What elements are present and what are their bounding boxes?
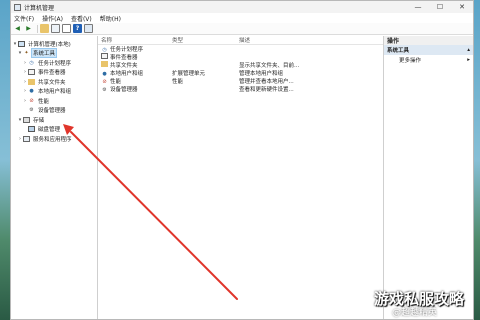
show-hide-tree-icon[interactable]: [51, 24, 60, 33]
collapse-triangle-icon[interactable]: ▴: [467, 47, 470, 53]
clock-icon: ◷: [29, 59, 34, 66]
menu-help[interactable]: 帮助(H): [100, 14, 121, 23]
tree-item-system-tools[interactable]: ▾ ✦ 系统工具: [11, 48, 97, 59]
desktop-wallpaper-right: [474, 0, 480, 320]
shared-folder-icon: [101, 61, 108, 67]
minimize-button[interactable]: —: [407, 1, 429, 13]
menu-bar: 文件(F) 操作(A) 查看(V) 帮助(H): [11, 13, 473, 23]
properties-icon[interactable]: [62, 24, 71, 33]
tree-item-task-scheduler[interactable]: › ◷ 任务计划程序: [11, 58, 97, 68]
tree-item-disk-management[interactable]: 磁盘管理: [11, 125, 97, 135]
tree-item-label: 磁盘管理: [38, 127, 61, 134]
submenu-arrow-icon: ▸: [467, 56, 470, 63]
performance-icon: ⊘: [29, 97, 34, 104]
navigation-tree: ▾ 计算机管理(本地) ▾ ✦ 系统工具 › ◷ 任务计划程序 › 事件查看器 …: [11, 36, 98, 319]
tools-icon: ✦: [24, 50, 29, 57]
column-header-description[interactable]: 描述: [236, 36, 376, 44]
menu-action[interactable]: 操作(A): [42, 14, 63, 23]
list-row[interactable]: ● 本地用户和组 扩展管理单元 管理本地用户和组: [98, 69, 383, 77]
forward-arrow-icon[interactable]: ▶: [24, 24, 33, 33]
shared-folder-icon: [28, 78, 35, 85]
tree-item-label: 事件查看器: [38, 70, 66, 77]
tree-item-event-viewer[interactable]: › 事件查看器: [11, 68, 97, 78]
users-icon: ●: [29, 88, 34, 95]
actions-section-label: 系统工具: [387, 48, 410, 54]
row-type: 性能: [172, 79, 184, 85]
close-button[interactable]: ✕: [451, 1, 473, 13]
tree-item-computer-management[interactable]: ▾ 计算机管理(本地): [11, 39, 97, 49]
column-header-type[interactable]: 类型: [169, 36, 236, 44]
list-header: 名称 类型 描述: [98, 36, 383, 45]
tree-item-label: 设备管理器: [38, 108, 66, 115]
services-icon: [23, 135, 30, 142]
toolbar: ◀ ▶ ?: [11, 23, 473, 35]
tree-item-label: 本地用户和组: [38, 89, 72, 96]
tree-item-label: 任务计划程序: [38, 60, 72, 67]
tree-item-services-applications[interactable]: › 服务和应用程序: [11, 134, 97, 144]
maximize-button[interactable]: ☐: [429, 1, 451, 13]
tree-item-label: 存储: [33, 117, 45, 124]
storage-icon: [23, 116, 30, 123]
event-log-icon: [28, 69, 35, 76]
window-title: 计算机管理: [24, 4, 55, 12]
tree-item-label: 系统工具: [30, 48, 58, 59]
action-pane-toggle-icon[interactable]: [84, 24, 93, 33]
tree-item-shared-folders[interactable]: › 共享文件夹: [11, 77, 97, 87]
list-row[interactable]: ⊘ 性能 性能 管理并查看本地用户...: [98, 77, 383, 85]
title-bar[interactable]: 计算机管理 — ☐ ✕: [11, 1, 473, 13]
tree-item-label: 服务和应用程序: [33, 136, 72, 143]
more-actions-label: 更多操作: [399, 57, 422, 64]
row-type: 扩展管理单元: [172, 71, 206, 77]
actions-title: 操作: [384, 36, 473, 45]
tree-item-local-users-groups[interactable]: › ● 本地用户和组: [11, 87, 97, 97]
menu-file[interactable]: 文件(F): [14, 14, 34, 23]
column-header-name[interactable]: 名称: [98, 36, 169, 44]
computer-management-window: 计算机管理 — ☐ ✕ 文件(F) 操作(A) 查看(V) 帮助(H) ◀ ▶ …: [10, 0, 474, 320]
tree-item-label: 共享文件夹: [38, 79, 66, 86]
tree-item-label: 性能: [38, 98, 50, 105]
toolbar-separator: [37, 24, 38, 33]
list-row[interactable]: 事件查看器: [98, 53, 383, 61]
desktop-wallpaper-left: [0, 0, 10, 320]
row-description: 显示共享文件夹、目前...: [239, 63, 300, 69]
actions-pane: 操作 系统工具 ▴ 更多操作 ▸: [383, 36, 473, 319]
row-description: 管理并查看本地用户...: [239, 79, 294, 85]
menu-view[interactable]: 查看(V): [71, 14, 92, 23]
device-manager-icon: ⚙: [29, 107, 34, 114]
computer-icon: [18, 40, 25, 47]
computer-management-app-icon: [14, 3, 21, 11]
tree-item-device-manager[interactable]: ⚙ 设备管理器: [11, 106, 97, 116]
tree-item-performance[interactable]: › ⊘ 性能: [11, 96, 97, 106]
up-folder-icon[interactable]: [40, 24, 49, 33]
tree-item-label: 计算机管理(本地): [28, 41, 71, 48]
help-icon[interactable]: ?: [73, 24, 82, 33]
more-actions-item[interactable]: 更多操作 ▸: [384, 55, 473, 64]
tree-item-storage[interactable]: ▾ 存储: [11, 115, 97, 125]
disk-icon: [28, 126, 35, 133]
list-row[interactable]: ⚙ 设备管理器 查看和更新硬件设置...: [98, 85, 383, 93]
list-row[interactable]: ◷ 任务计划程序: [98, 45, 383, 53]
device-manager-icon: ⚙: [102, 87, 107, 93]
row-description: 查看和更新硬件设置...: [239, 87, 294, 93]
row-description: 管理本地用户和组: [239, 71, 284, 77]
details-list: 名称 类型 描述 ◷ 任务计划程序 事件查看器 共享文件夹 显示共享文件夹、目前.…: [98, 36, 383, 319]
list-row[interactable]: 共享文件夹 显示共享文件夹、目前...: [98, 61, 383, 69]
watermark-handle: @超越精英: [392, 308, 438, 318]
back-arrow-icon[interactable]: ◀: [13, 24, 22, 33]
row-name: 设备管理器: [110, 87, 138, 93]
actions-section-system-tools[interactable]: 系统工具 ▴: [384, 45, 473, 55]
event-log-icon: [101, 53, 108, 59]
